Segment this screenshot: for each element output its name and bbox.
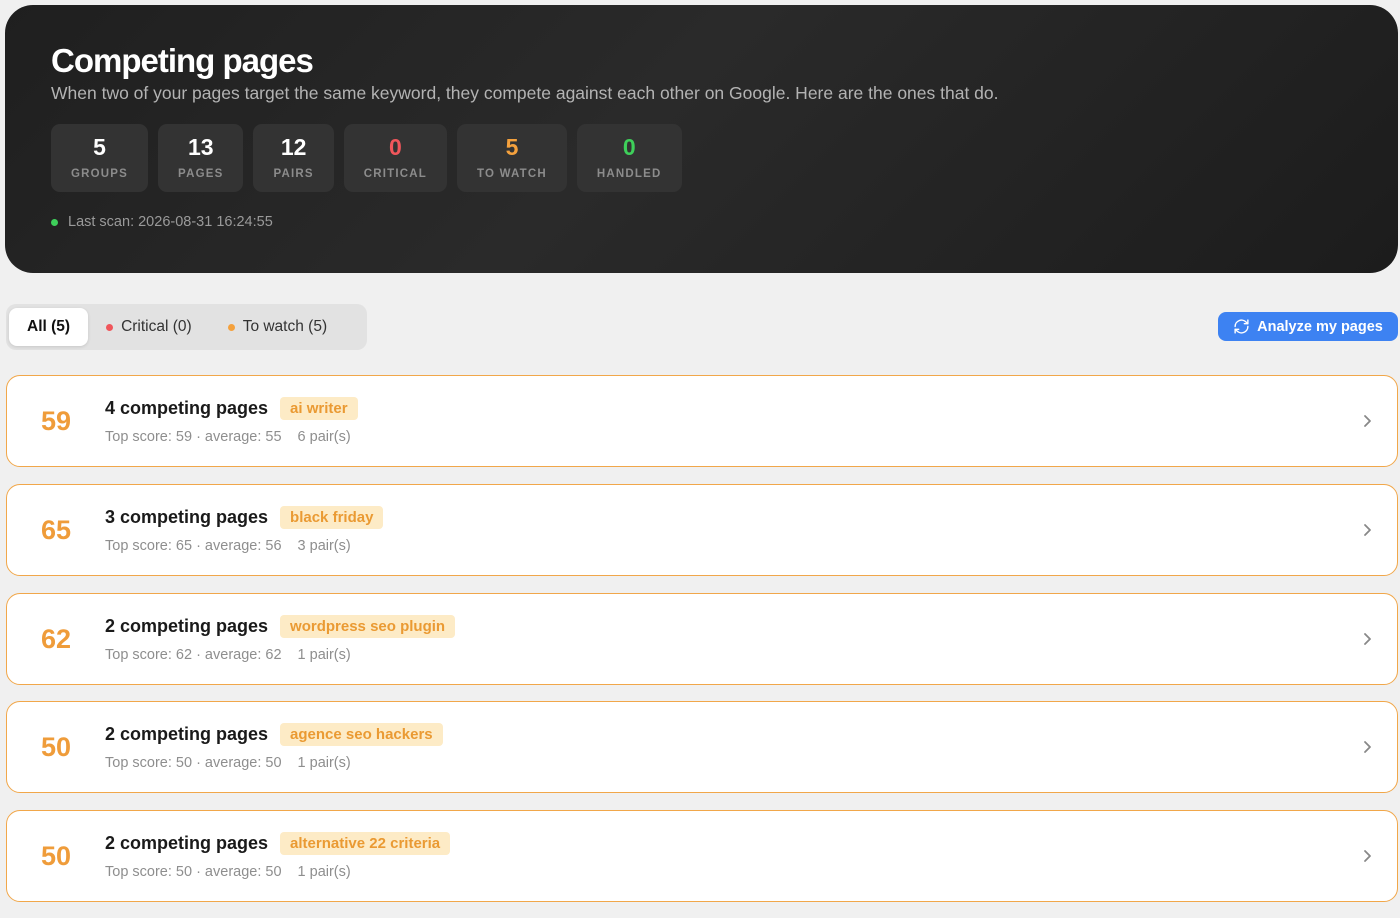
- group-title: 2 competing pages: [105, 724, 269, 744]
- status-dot-icon: [51, 218, 58, 226]
- filter-critical[interactable]: Critical (0): [88, 308, 210, 346]
- group-card[interactable]: 59 4 competing pages ai writer Top score…: [6, 375, 1398, 467]
- filter-to-watch[interactable]: To watch (5): [210, 308, 345, 346]
- group-pairs: 1 pair(s): [297, 864, 351, 880]
- refresh-icon: [1234, 319, 1249, 334]
- chevron-right-icon[interactable]: [1337, 414, 1397, 428]
- stat-pages: 13 PAGES: [158, 124, 244, 193]
- critical-dot-icon: [106, 323, 114, 331]
- last-scan-text: Last scan: 2026-08-31 16:24:55: [68, 214, 273, 231]
- group-pairs: 1 pair(s): [297, 755, 351, 771]
- stat-groups: 5 GROUPS: [51, 124, 149, 193]
- stat-label: PAIRS: [273, 168, 314, 181]
- keyword-badge: agence seo hackers: [280, 723, 443, 746]
- group-score: 50: [40, 731, 72, 762]
- chevron-right-icon[interactable]: [1337, 740, 1397, 754]
- group-stats: Top score: 50 · average: 50: [105, 755, 282, 771]
- stat-value: 5: [505, 134, 519, 161]
- group-stats: Top score: 50 · average: 50: [105, 864, 282, 880]
- filter-label: To watch (5): [242, 318, 328, 335]
- stat-handled: 0 HANDLED: [576, 124, 682, 193]
- stat-label: CRITICAL: [363, 168, 428, 181]
- filter-label: All (5): [27, 318, 71, 335]
- header-panel: Competing pages When two of your pages t…: [5, 5, 1398, 273]
- stat-value: 13: [187, 134, 214, 161]
- keyword-badge: wordpress seo plugin: [280, 615, 456, 638]
- analyze-pages-button[interactable]: Analyze my pages: [1218, 312, 1398, 341]
- filter-all[interactable]: All (5): [9, 308, 89, 346]
- watch-dot-icon: [227, 323, 235, 331]
- stats-row: 5 GROUPS 13 PAGES 12 PAIRS 0 CRITICAL 5 …: [51, 124, 1352, 193]
- chevron-right-icon[interactable]: [1337, 849, 1397, 863]
- stat-value: 5: [93, 134, 106, 161]
- group-title: 3 competing pages: [105, 507, 269, 527]
- group-score: 59: [40, 405, 72, 436]
- group-stats: Top score: 62 · average: 62: [105, 647, 282, 663]
- group-pairs: 3 pair(s): [297, 538, 351, 554]
- stat-to-watch: 5 TO WATCH: [457, 124, 567, 193]
- stat-label: HANDLED: [596, 168, 662, 181]
- stat-pairs: 12 PAIRS: [253, 124, 334, 193]
- stat-label: GROUPS: [71, 168, 129, 181]
- group-card[interactable]: 50 2 competing pages agence seo hackers …: [6, 701, 1398, 793]
- group-stats: Top score: 59 · average: 55: [105, 429, 282, 445]
- group-score: 50: [40, 840, 72, 871]
- page-title: Competing pages: [51, 42, 314, 79]
- last-scan: Last scan: 2026-08-31 16:24:55: [51, 214, 1352, 230]
- stat-label: TO WATCH: [477, 168, 547, 181]
- group-pairs: 1 pair(s): [297, 647, 351, 663]
- stat-value: 0: [622, 134, 636, 161]
- chevron-right-icon[interactable]: [1337, 523, 1397, 537]
- chevron-right-icon[interactable]: [1337, 632, 1397, 646]
- filter-tabs: All (5) Critical (0) To watch (5): [6, 304, 367, 350]
- analyze-label: Analyze my pages: [1257, 318, 1383, 335]
- keyword-badge: alternative 22 criteria: [280, 832, 451, 855]
- group-card[interactable]: 62 2 competing pages wordpress seo plugi…: [6, 593, 1398, 685]
- group-score: 62: [40, 623, 72, 654]
- group-title: 2 competing pages: [105, 833, 269, 853]
- group-title: 4 competing pages: [105, 398, 269, 418]
- stat-label: PAGES: [178, 168, 224, 181]
- group-score: 65: [40, 514, 72, 545]
- filter-label: Critical (0): [121, 318, 192, 335]
- group-stats: Top score: 65 · average: 56: [105, 538, 282, 554]
- group-pairs: 6 pair(s): [297, 429, 351, 445]
- page-subtitle: When two of your pages target the same k…: [51, 83, 999, 104]
- stat-critical: 0 CRITICAL: [343, 124, 448, 193]
- group-card[interactable]: 50 2 competing pages alternative 22 crit…: [6, 810, 1398, 902]
- stat-value: 0: [389, 134, 402, 161]
- group-card[interactable]: 65 3 competing pages black friday Top sc…: [6, 484, 1398, 576]
- keyword-badge: ai writer: [280, 397, 358, 420]
- keyword-badge: black friday: [280, 506, 384, 529]
- stat-value: 12: [280, 134, 307, 161]
- group-title: 2 competing pages: [105, 616, 269, 636]
